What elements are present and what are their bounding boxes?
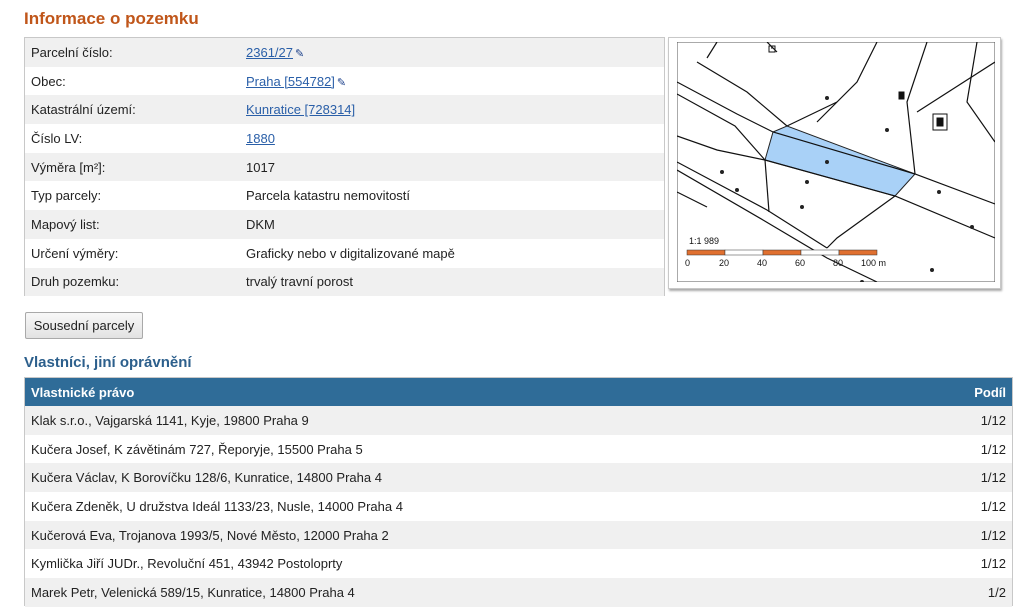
info-label: Katastrální území: bbox=[31, 102, 136, 118]
owner-cell: Kučera Václav, K Borovíčku 128/6, Kunrat… bbox=[31, 470, 382, 486]
scale-tick: 40 bbox=[757, 258, 767, 268]
pencil-icon[interactable]: ✎ bbox=[295, 47, 304, 60]
share-cell: 1/12 bbox=[980, 498, 1006, 514]
share-cell: 1/2 bbox=[987, 584, 1006, 600]
scale-bar bbox=[686, 249, 878, 256]
info-label: Výměra [m²]: bbox=[31, 159, 106, 175]
info-value: Praha [554782] ✎ bbox=[246, 74, 346, 89]
owners-table: Vlastnické právo Podíl Klak s.r.o., Vajg… bbox=[24, 377, 1013, 607]
info-row-area-determination: Určení výměry: Graficky nebo v digitaliz… bbox=[25, 238, 664, 268]
map-drawing: 1:1 989 0 20 40 60 80 100 m bbox=[677, 42, 995, 282]
owner-cell: Kučera Zdeněk, U družstva Ideál 1133/23,… bbox=[31, 498, 403, 514]
info-row-map-sheet: Mapový list: DKM bbox=[25, 210, 664, 239]
cadastral-area-link[interactable]: Kunratice [728314] bbox=[246, 102, 355, 117]
owners-section-title: Vlastníci, jiní oprávnění bbox=[24, 354, 192, 371]
share-cell: 1/12 bbox=[980, 412, 1006, 428]
pencil-icon[interactable]: ✎ bbox=[337, 76, 346, 89]
info-row-area: Výměra [m²]: 1017 bbox=[25, 152, 664, 182]
share-cell: 1/12 bbox=[980, 556, 1006, 572]
parcel-number-link[interactable]: 2361/27 bbox=[246, 45, 293, 60]
info-label: Druh pozemku: bbox=[31, 274, 120, 290]
owner-cell: Kymlička Jiří JUDr., Revoluční 451, 4394… bbox=[31, 556, 343, 572]
table-row: Klak s.r.o., Vajgarská 1141, Kyje, 19800… bbox=[25, 406, 1012, 435]
info-row-municipality: Obec: Praha [554782] ✎ bbox=[25, 66, 664, 96]
info-label: Určení výměry: bbox=[31, 245, 119, 261]
page-title: Informace o pozemku bbox=[24, 9, 199, 28]
table-row: Marek Petr, Velenická 589/15, Kunratice,… bbox=[25, 578, 1012, 607]
info-row-parcel-type: Typ parcely: Parcela katastru nemovitost… bbox=[25, 181, 664, 211]
scale-tick: 0 bbox=[685, 258, 690, 268]
owner-cell: Kučerová Eva, Trojanova 1993/5, Nové Měs… bbox=[31, 527, 389, 543]
info-value: 1880 bbox=[246, 131, 275, 146]
owner-cell: Kučera Josef, K závětinám 727, Řeporyje,… bbox=[31, 441, 363, 457]
share-cell: 1/12 bbox=[980, 470, 1006, 486]
table-row: Kymlička Jiří JUDr., Revoluční 451, 4394… bbox=[25, 549, 1012, 579]
table-row: Kučera Václav, K Borovíčku 128/6, Kunrat… bbox=[25, 463, 1012, 493]
scale-tick: 20 bbox=[719, 258, 729, 268]
scale-tick: 100 m bbox=[861, 258, 886, 268]
info-row-lv-number: Číslo LV: 1880 bbox=[25, 124, 664, 153]
info-row-land-type: Druh pozemku: trvalý travní porost bbox=[25, 267, 664, 297]
table-row: Kučera Zdeněk, U družstva Ideál 1133/23,… bbox=[25, 492, 1012, 521]
info-label: Číslo LV: bbox=[31, 130, 83, 146]
info-label: Parcelní číslo: bbox=[31, 44, 113, 60]
info-value: trvalý travní porost bbox=[246, 274, 353, 290]
cadastral-map[interactable]: 1:1 989 0 20 40 60 80 100 m bbox=[668, 37, 1001, 289]
parcel-info-table: Parcelní číslo: 2361/27 ✎ Obec: Praha [55… bbox=[24, 37, 665, 297]
owners-table-body: Klak s.r.o., Vajgarská 1141, Kyje, 19800… bbox=[25, 406, 1012, 607]
owners-table-header: Vlastnické právo Podíl bbox=[25, 378, 1012, 406]
info-value: Graficky nebo v digitalizované mapě bbox=[246, 245, 455, 261]
table-row: Kučerová Eva, Trojanova 1993/5, Nové Měs… bbox=[25, 520, 1012, 550]
info-value: Parcela katastru nemovitostí bbox=[246, 188, 411, 204]
column-header-share: Podíl bbox=[974, 384, 1006, 400]
info-label: Mapový list: bbox=[31, 216, 100, 232]
lv-number-link[interactable]: 1880 bbox=[246, 131, 275, 146]
map-scale-label: 1:1 989 bbox=[689, 236, 719, 246]
neighbor-parcels-button[interactable]: Sousední parcely bbox=[25, 312, 143, 339]
info-value: 1017 bbox=[246, 159, 275, 175]
owner-cell: Marek Petr, Velenická 589/15, Kunratice,… bbox=[31, 584, 355, 600]
info-value: 2361/27 ✎ bbox=[246, 45, 304, 60]
municipality-link[interactable]: Praha [554782] bbox=[246, 74, 335, 89]
info-row-parcel-number: Parcelní číslo: 2361/27 ✎ bbox=[25, 38, 664, 67]
info-value: DKM bbox=[246, 216, 275, 232]
info-value: Kunratice [728314] bbox=[246, 102, 355, 117]
info-row-cadastral-area: Katastrální území: Kunratice [728314] bbox=[25, 95, 664, 125]
info-label: Typ parcely: bbox=[31, 188, 102, 204]
scale-tick: 80 bbox=[833, 258, 843, 268]
info-label: Obec: bbox=[31, 73, 66, 89]
share-cell: 1/12 bbox=[980, 441, 1006, 457]
table-row: Kučera Josef, K závětinám 727, Řeporyje,… bbox=[25, 434, 1012, 464]
owner-cell: Klak s.r.o., Vajgarská 1141, Kyje, 19800… bbox=[31, 412, 309, 428]
share-cell: 1/12 bbox=[980, 527, 1006, 543]
column-header-owner: Vlastnické právo bbox=[31, 384, 135, 400]
scale-tick: 60 bbox=[795, 258, 805, 268]
